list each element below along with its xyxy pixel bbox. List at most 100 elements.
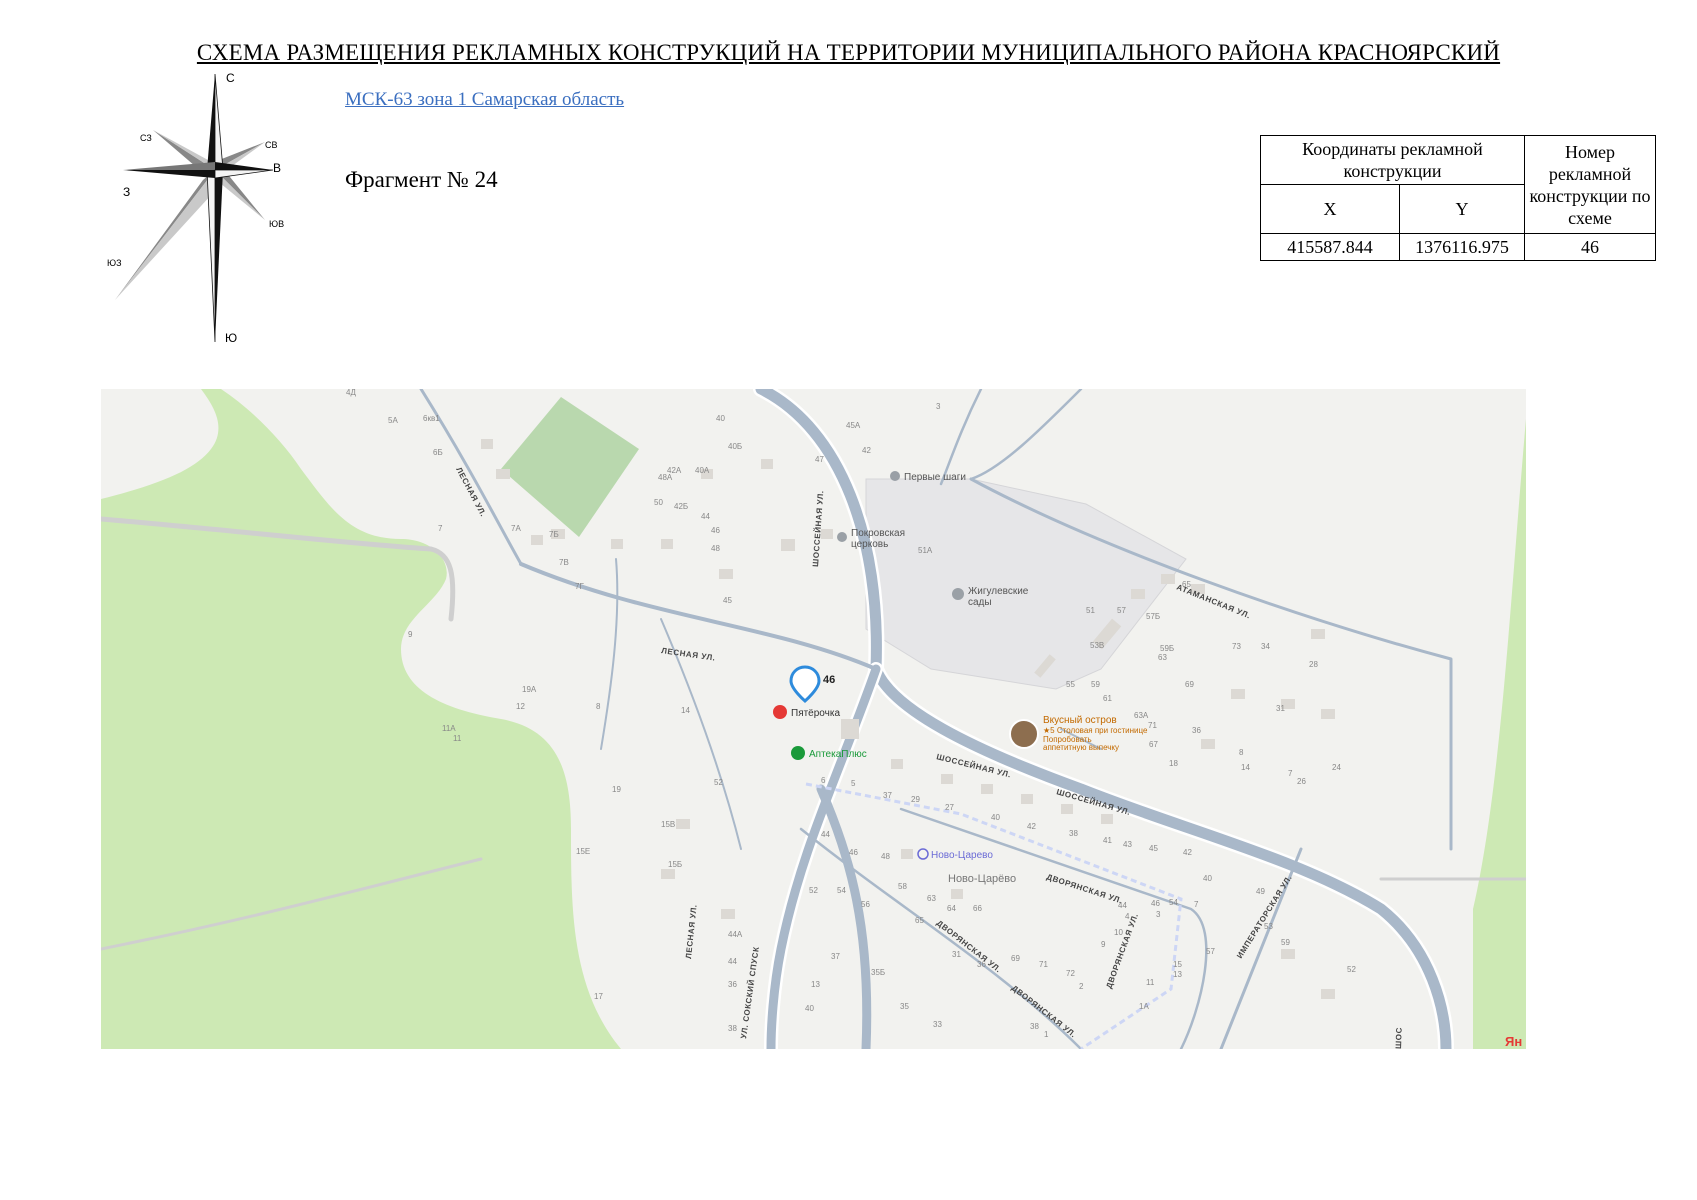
house-number: 57: [1117, 606, 1126, 615]
house-number: 27: [945, 803, 954, 812]
house-number: 40: [716, 414, 725, 423]
house-number: 69: [1011, 954, 1020, 963]
house-number: 65: [915, 916, 924, 925]
coordinates-table: Координаты рекламной конструкции Номер р…: [1260, 135, 1656, 261]
building: [531, 535, 543, 545]
house-number: 29: [911, 795, 920, 804]
house-number: 46: [849, 848, 858, 857]
house-number: 36: [977, 960, 986, 969]
house-number: 33: [933, 1020, 942, 1029]
building: [661, 869, 675, 879]
house-number: 48: [711, 544, 720, 553]
house-number: 7Б: [549, 530, 559, 539]
school-icon: [890, 471, 900, 481]
map-brand-logo: Ян: [1505, 1034, 1522, 1049]
building: [1161, 574, 1175, 584]
building: [1321, 709, 1335, 719]
house-number: 12: [516, 702, 525, 711]
map-fragment[interactable]: ШОССЕЙНАЯ УЛ. ШОССЕЙНАЯ УЛ. ШОССЕЙНАЯ УЛ…: [98, 381, 1528, 1057]
map-canvas[interactable]: ШОССЕЙНАЯ УЛ. ШОССЕЙНАЯ УЛ. ШОССЕЙНАЯ УЛ…: [98, 381, 1528, 1057]
marker-label: 46: [823, 674, 835, 686]
house-number: 46: [1151, 899, 1160, 908]
y-header: Y: [1399, 184, 1525, 234]
poi-apteka[interactable]: АптекаПлюс: [791, 746, 867, 760]
house-number: 1А: [1139, 1002, 1149, 1011]
coordinate-system-link[interactable]: МСК-63 зона 1 Самарская область: [345, 89, 624, 111]
building: [496, 469, 510, 479]
house-number: 63: [927, 894, 936, 903]
building: [721, 909, 735, 919]
house-number: 56: [861, 900, 870, 909]
house-number: 19А: [522, 685, 537, 694]
poi-label: Жигулевские: [968, 586, 1029, 597]
house-number: 9: [408, 630, 413, 639]
compass-arm-sw-light: [115, 170, 223, 300]
pharmacy-icon: [791, 746, 805, 760]
house-number: 52: [1347, 965, 1356, 974]
house-number: 2: [1079, 982, 1084, 991]
compass-arm-n-light: [214, 73, 224, 171]
building: [1201, 739, 1215, 749]
house-number: 14: [1241, 763, 1250, 772]
house-number: 71: [1039, 960, 1048, 969]
building: [1321, 989, 1335, 999]
poi-pyaterochka[interactable]: Пятёрочка: [773, 705, 840, 719]
house-number: 42Б: [674, 502, 688, 511]
house-number: 36: [1192, 726, 1201, 735]
compass-arm-s: [215, 170, 223, 342]
store-icon: [773, 705, 787, 719]
house-number: 45: [1149, 844, 1158, 853]
house-number: 8: [596, 702, 601, 711]
house-number: 6кв1: [423, 414, 440, 423]
document-title: СХЕМА РАЗМЕЩЕНИЯ РЕКЛАМНЫХ КОНСТРУКЦИЙ Н…: [196, 40, 1501, 65]
hotel-icon: [952, 588, 964, 600]
poi-label: Покровская: [851, 528, 905, 539]
house-number: 63А: [1134, 711, 1149, 720]
house-number: 66: [973, 904, 982, 913]
house-number: 44: [728, 957, 737, 966]
y-value: 1376116.975: [1399, 233, 1525, 261]
building: [781, 539, 795, 551]
poi-label: сады: [968, 597, 992, 608]
house-number: 36: [728, 980, 737, 989]
house-number: 26: [1297, 777, 1306, 786]
house-number: 5А: [388, 416, 398, 425]
poi-label: Пятёрочка: [791, 708, 840, 719]
poi-label: Ново-Царево: [931, 850, 993, 861]
house-number: 45: [723, 596, 732, 605]
house-number: 31: [1276, 704, 1285, 713]
house-number: 5: [851, 779, 856, 788]
house-number: 42: [1027, 822, 1036, 831]
building: [1281, 949, 1295, 959]
house-number: 72: [1066, 969, 1075, 978]
house-number: 18: [1169, 759, 1178, 768]
building: [1061, 804, 1073, 814]
number-value: 46: [1524, 233, 1656, 261]
house-number: 57: [1206, 947, 1215, 956]
compass-ne-label: СВ: [265, 140, 278, 150]
house-number: 57Б: [1146, 612, 1160, 621]
building: [1311, 629, 1325, 639]
building: [841, 719, 859, 739]
house-number: 4: [1125, 912, 1130, 921]
house-number: 51: [1086, 606, 1095, 615]
house-number: 40Б: [728, 442, 742, 451]
house-number: 40: [991, 813, 1000, 822]
cafe-icon: [1009, 719, 1039, 749]
house-number: 7Г: [575, 582, 584, 591]
house-number: 11: [453, 734, 462, 743]
building: [951, 889, 963, 899]
poi-label: АптекаПлюс: [809, 749, 867, 760]
house-number: 48: [881, 852, 890, 861]
house-number: 40: [805, 1004, 814, 1013]
house-number: 14: [681, 706, 690, 715]
house-number: 49: [1256, 887, 1265, 896]
house-number: 65: [1182, 580, 1191, 589]
building: [821, 529, 833, 539]
building: [611, 539, 623, 549]
house-number: 37: [883, 791, 892, 800]
compass-arm-n: [207, 74, 215, 170]
house-number: 10: [1114, 928, 1123, 937]
house-number: 42: [862, 446, 871, 455]
house-number: 41: [1103, 836, 1112, 845]
